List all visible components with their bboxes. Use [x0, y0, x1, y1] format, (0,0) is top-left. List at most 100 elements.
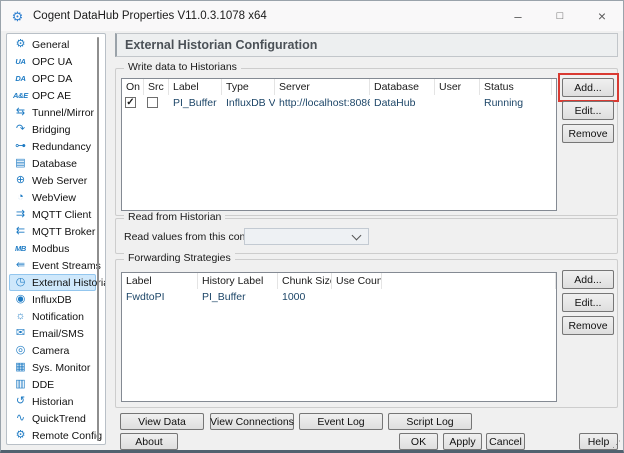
- sidebar-item-notification[interactable]: ☼ Notification: [9, 308, 96, 325]
- window-controls: – □ ×: [497, 1, 623, 31]
- modbus-icon: MB: [14, 244, 27, 253]
- forwarding-strategies-table[interactable]: Label History Label Chunk Size Use Count Fwd…: [121, 272, 557, 402]
- column-header[interactable]: Server: [275, 79, 370, 95]
- checkbox-cell: [144, 97, 169, 108]
- write-historians-table[interactable]: On Src Label Type Server Database User Status ✓ P…: [121, 78, 557, 211]
- sidebar-item-label: DDE: [32, 378, 55, 391]
- sidebar-item-webview[interactable]: ◔ WebView: [9, 189, 96, 206]
- column-header[interactable]: Chunk Size: [278, 273, 332, 289]
- sidebar-item-web-server[interactable]: ⊕ Web Server: [9, 172, 96, 189]
- opc-da-icon: DA: [15, 74, 26, 83]
- sidebar: ⚙ General UA OPC UA DA OPC DA A&E OPC AE ⇆ Tunnel…: [6, 33, 106, 445]
- write-add-button[interactable]: Add...: [562, 78, 614, 97]
- src-checkbox[interactable]: [147, 97, 158, 108]
- write-remove-button[interactable]: Remove: [562, 124, 614, 143]
- page-header: External Historian Configuration: [115, 33, 618, 57]
- sidebar-item-historian[interactable]: ↺ Historian: [9, 393, 96, 410]
- sidebar-item-quicktrend[interactable]: ∿ QuickTrend: [9, 410, 96, 427]
- sidebar-item-camera[interactable]: ◎ Camera: [9, 342, 96, 359]
- sidebar-item-database[interactable]: ▤ Database: [9, 155, 96, 172]
- database-icon: ▤: [15, 157, 26, 169]
- sidebar-item-redundancy[interactable]: ⊶ Redundancy: [9, 138, 96, 155]
- column-header[interactable]: Type: [222, 79, 275, 95]
- chevron-down-icon: [351, 230, 362, 240]
- on-checkbox[interactable]: ✓: [125, 97, 136, 108]
- sidebar-item-label: WebView: [32, 191, 76, 204]
- sidebar-scrollbar[interactable]: [97, 37, 99, 441]
- sidebar-item-mqtt-client[interactable]: ⇉ MQTT Client: [9, 206, 96, 223]
- column-header[interactable]: History Label: [198, 273, 278, 289]
- sidebar-item-label: Notification: [32, 310, 84, 323]
- about-button[interactable]: About: [120, 433, 178, 450]
- column-header[interactable]: On: [122, 79, 144, 95]
- sidebar-item-label: Tunnel/Mirror: [32, 106, 95, 119]
- sidebar-item-general[interactable]: ⚙ General: [9, 36, 96, 53]
- forward-remove-button[interactable]: Remove: [562, 316, 614, 335]
- dde-icon: ▥: [15, 378, 26, 390]
- mqtt-client-icon: ⇉: [15, 208, 26, 220]
- column-header[interactable]: Label: [122, 273, 198, 289]
- sidebar-list: ⚙ General UA OPC UA DA OPC DA A&E OPC AE ⇆ Tunnel…: [7, 36, 105, 444]
- sidebar-item-external-historian[interactable]: ◷ External Historian: [9, 274, 105, 291]
- write-edit-button[interactable]: Edit...: [562, 101, 614, 120]
- influxdb-icon: ◉: [15, 293, 26, 305]
- sidebar-item-label: Email/SMS: [32, 327, 84, 340]
- forward-edit-button[interactable]: Edit...: [562, 293, 614, 312]
- notification-icon: ☼: [15, 310, 26, 322]
- column-header[interactable]: Src: [144, 79, 169, 95]
- read-historian-group-title: Read from Historian: [124, 211, 226, 223]
- column-header[interactable]: Status: [480, 79, 552, 95]
- historian-type-cell: InfluxDB V1: [226, 96, 275, 109]
- view-connections-button[interactable]: View Connections: [210, 413, 294, 430]
- window-title: Cogent DataHub Properties V11.0.3.1078 x…: [33, 10, 267, 22]
- checkbox-cell: ✓: [122, 97, 144, 108]
- sidebar-item-sys-monitor[interactable]: ▦ Sys. Monitor: [9, 359, 96, 376]
- sidebar-item-mqtt-broker[interactable]: ⇇ MQTT Broker: [9, 223, 96, 240]
- ok-button[interactable]: OK: [399, 433, 438, 450]
- webview-icon: ◔: [17, 191, 24, 203]
- forward-add-button[interactable]: Add...: [562, 270, 614, 289]
- sidebar-item-label: Modbus: [32, 242, 70, 255]
- historian-label-cell: PI_Buffer: [173, 96, 217, 109]
- write-historians-group-title: Write data to Historians: [124, 61, 241, 73]
- sidebar-item-opc-ua[interactable]: UA OPC UA: [9, 53, 96, 70]
- sidebar-item-modbus[interactable]: MB Modbus: [9, 240, 96, 257]
- sidebar-item-dde[interactable]: ▥ DDE: [9, 376, 96, 393]
- sidebar-item-label: MQTT Client: [32, 208, 92, 221]
- script-log-button[interactable]: Script Log: [388, 413, 472, 430]
- view-data-button[interactable]: View Data: [120, 413, 204, 430]
- column-header[interactable]: User: [435, 79, 480, 95]
- sys-monitor-icon: ▦: [15, 361, 26, 373]
- historian-row[interactable]: ✓ PI_Buffer InfluxDB V1 http://localhost:80…: [122, 95, 556, 110]
- event-log-button[interactable]: Event Log: [299, 413, 383, 430]
- column-header[interactable]: [382, 273, 556, 289]
- web-server-icon: ⊕: [15, 174, 26, 186]
- strategy-row[interactable]: FwdtoPI PI_Buffer 1000: [122, 289, 556, 304]
- read-connection-dropdown[interactable]: [244, 228, 369, 245]
- column-header[interactable]: Label: [169, 79, 222, 95]
- sidebar-item-influxdb[interactable]: ◉ InfluxDB: [9, 291, 96, 308]
- sidebar-item-label: Historian: [32, 395, 74, 408]
- sidebar-item-label: OPC AE: [32, 89, 72, 102]
- close-button[interactable]: ×: [581, 1, 623, 31]
- cancel-button[interactable]: Cancel: [486, 433, 525, 450]
- sidebar-item-event-streams[interactable]: ⇚ Event Streams: [9, 257, 101, 274]
- resize-grip[interactable]: ⋰: [612, 440, 621, 449]
- column-header[interactable]: Database: [370, 79, 435, 95]
- column-header[interactable]: Use Count: [332, 273, 382, 289]
- sidebar-item-tunnel-mirror[interactable]: ⇆ Tunnel/Mirror: [9, 104, 96, 121]
- sidebar-item-email-sms[interactable]: ✉ Email/SMS: [9, 325, 96, 342]
- apply-button[interactable]: Apply: [443, 433, 482, 450]
- tunnel-mirror-icon: ⇆: [15, 106, 26, 118]
- strategy-history-label-cell: PI_Buffer: [202, 290, 246, 303]
- camera-icon: ◎: [15, 344, 26, 356]
- maximize-button[interactable]: □: [539, 1, 581, 31]
- sidebar-item-bridging[interactable]: ↷ Bridging: [9, 121, 96, 138]
- sidebar-item-opc-ae[interactable]: A&E OPC AE: [9, 87, 96, 104]
- table-header: On Src Label Type Server Database User Status: [122, 79, 556, 95]
- minimize-button[interactable]: –: [497, 1, 539, 31]
- sidebar-item-opc-da[interactable]: DA OPC DA: [9, 70, 96, 87]
- sidebar-item-remote-config[interactable]: ⚙ Remote Config: [9, 427, 102, 444]
- event-streams-icon: ⇚: [15, 259, 26, 271]
- sidebar-item-label: Bridging: [32, 123, 71, 136]
